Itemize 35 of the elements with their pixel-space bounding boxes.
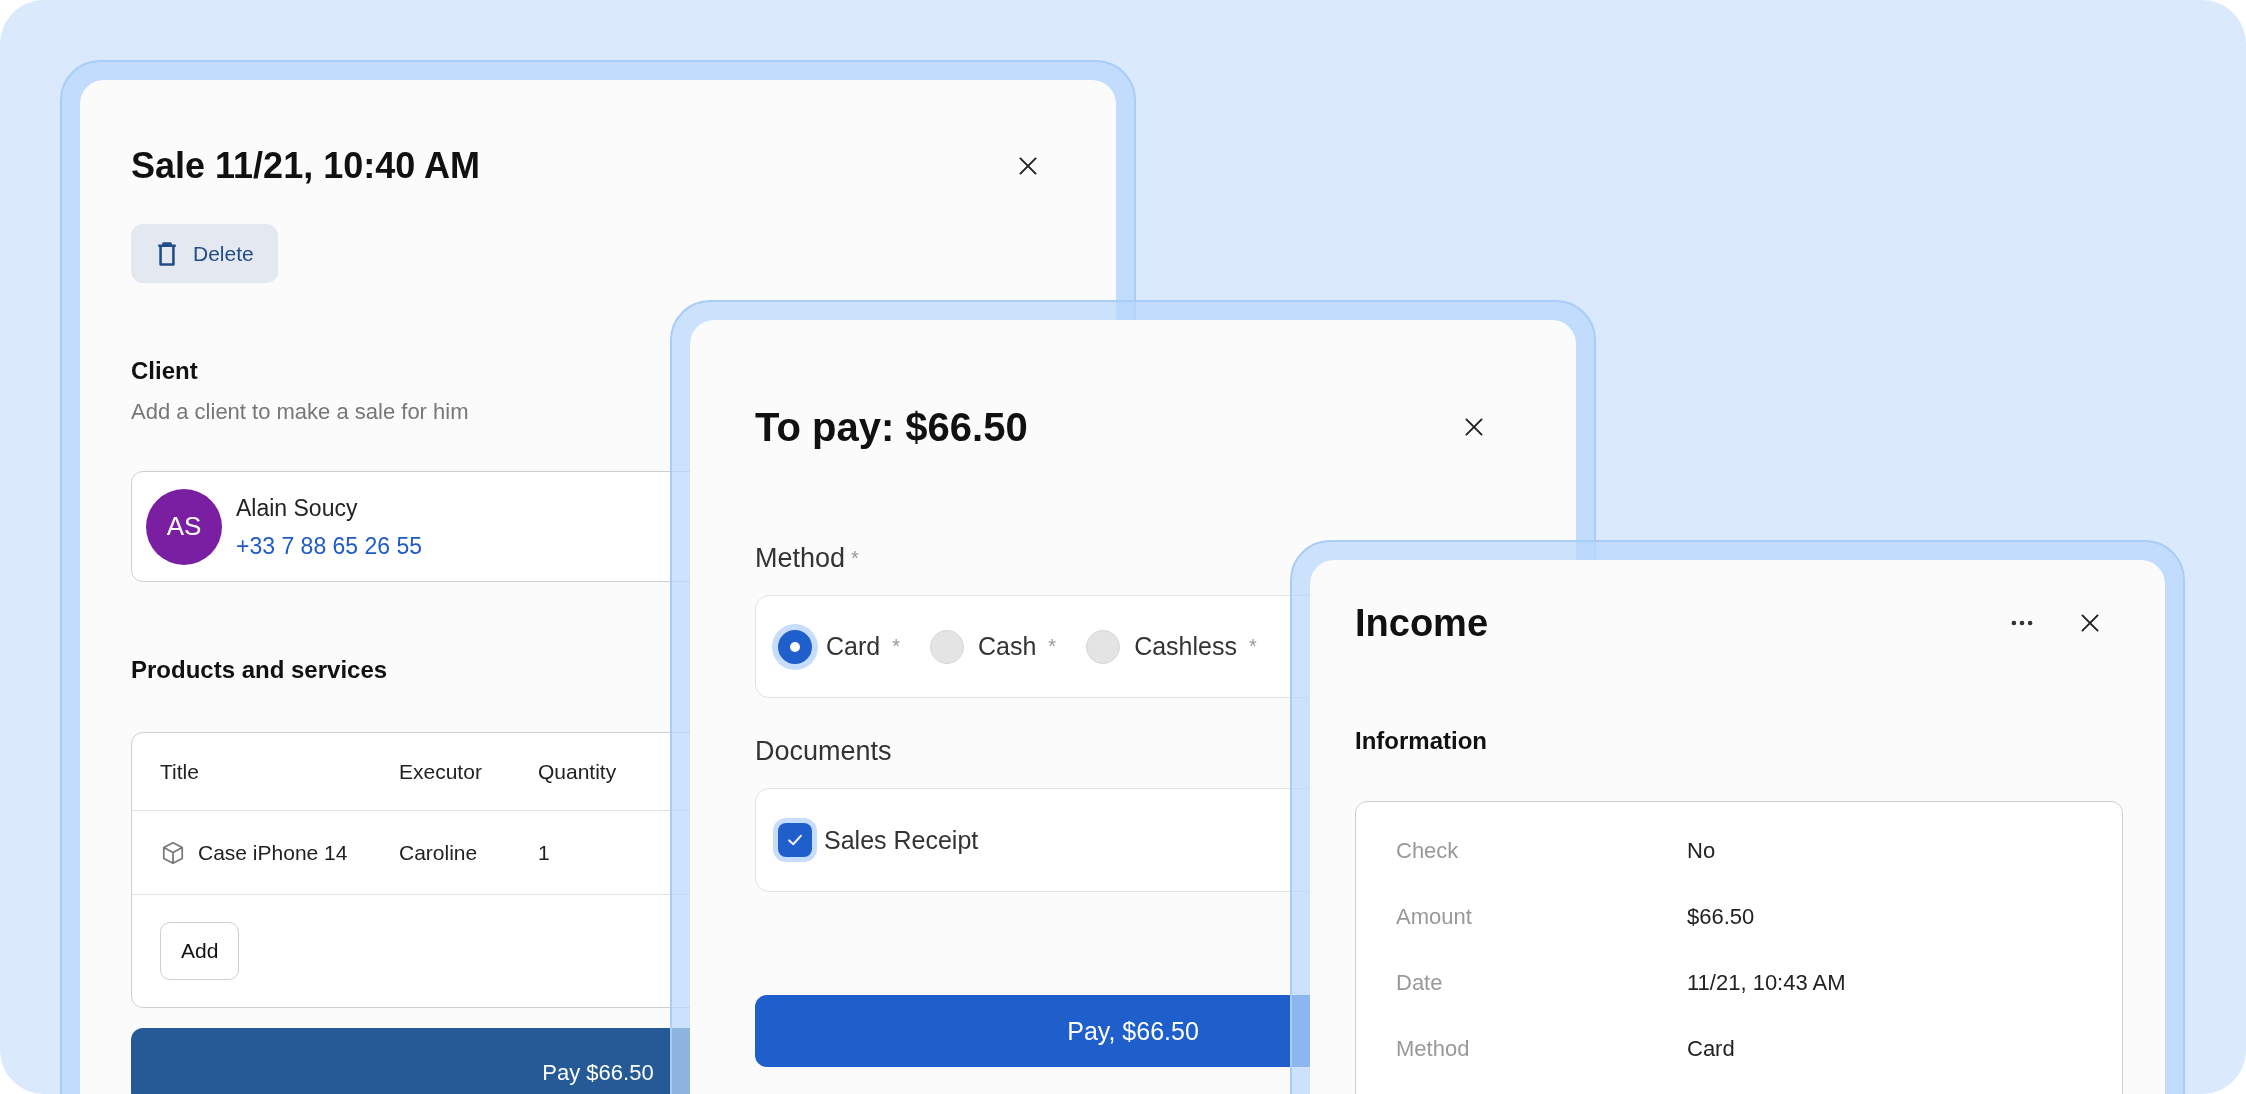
column-header: Quantity [538, 759, 617, 784]
info-value: $66.50 [1687, 904, 1756, 930]
required-mark: * [851, 547, 859, 569]
client-name: Alain Soucy [236, 493, 359, 523]
radio-option[interactable]: Cashless * [1086, 629, 1257, 664]
info-value: Card [1687, 1036, 1736, 1062]
section-heading: Products and services [131, 655, 389, 685]
checkbox-option[interactable]: Sales Receipt [778, 823, 979, 857]
radio-option[interactable]: Card * [778, 629, 900, 664]
section-heading: Client [131, 356, 199, 386]
table-cell: 1 [538, 840, 550, 865]
info-label: Method [1396, 1036, 1471, 1062]
info-value: 11/21, 10:43 AM [1687, 970, 1847, 996]
phone-link[interactable]: +33 7 88 65 26 55 [236, 530, 423, 561]
add-button[interactable]: Add [160, 922, 240, 980]
table-cell: Case iPhone 14 [198, 840, 348, 865]
radio-option[interactable]: Cash * [930, 629, 1057, 664]
column-header: Executor [399, 759, 482, 784]
window-title: Income [1355, 601, 1489, 646]
avatar: AS [146, 488, 222, 565]
section-heading: Information [1355, 726, 1488, 756]
table-cell: Caroline [399, 840, 478, 865]
delete-button[interactable]: Delete [131, 224, 278, 283]
info-label: Date [1396, 970, 1444, 996]
column-header: Title [160, 759, 199, 784]
field-label: Method [755, 543, 846, 573]
window-title: Sale 11/21, 10:40 AM [131, 144, 480, 188]
box-icon [160, 839, 186, 866]
field-label: Documents [755, 735, 892, 768]
info-label: Amount [1396, 904, 1473, 930]
more-icon [2011, 620, 2033, 626]
info-value: No [1687, 838, 1717, 864]
info-label: Check [1396, 838, 1460, 864]
window-title: To pay: $66.50 [755, 404, 1028, 451]
section-hint: Add a client to make a sale for him [131, 398, 470, 426]
